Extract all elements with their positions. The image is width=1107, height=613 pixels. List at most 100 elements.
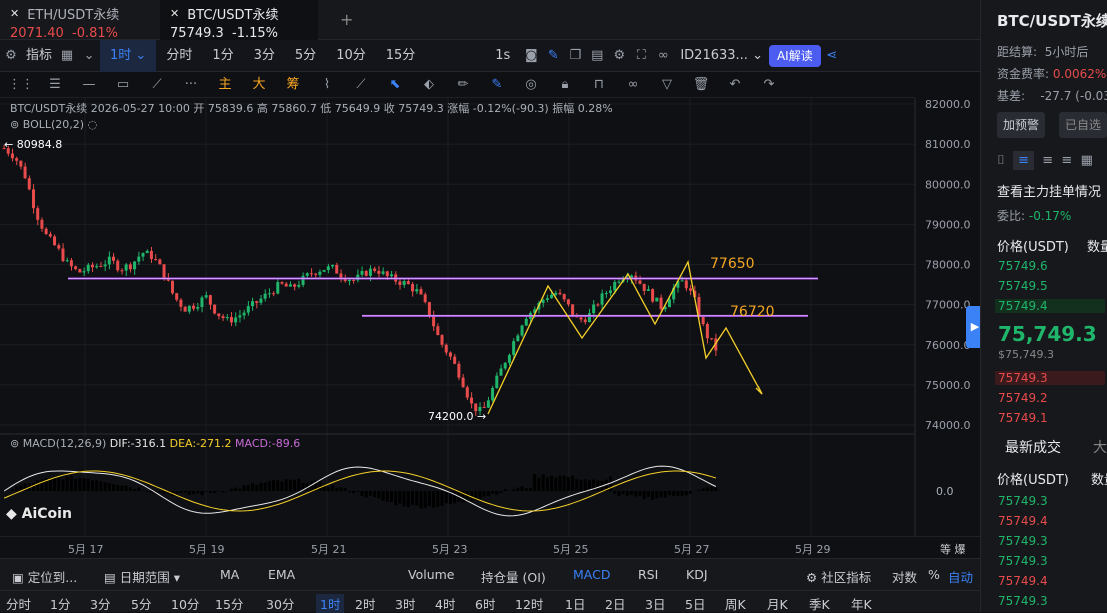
settings-icon[interactable]: ⚙ [608,45,630,67]
oi-button[interactable]: 持仓量 (OI) [481,567,546,586]
eye-off-icon[interactable]: ◌ [88,118,98,131]
interval-item[interactable]: 1分 [50,594,70,613]
volume-button[interactable]: Volume [408,567,455,582]
brush-icon[interactable]: ⟋ [344,74,378,96]
grid-icon[interactable]: ▦ [1081,153,1093,168]
chevron-down-icon[interactable]: ⌄ [78,45,100,67]
interval-10m[interactable]: 10分 [326,40,376,72]
rect-icon[interactable]: ▭ [106,74,140,96]
interval-item[interactable]: 年K [851,594,872,613]
interval-item[interactable]: 30分 [266,594,294,613]
magnet-icon[interactable]: ⊓ [582,74,616,96]
interval-selected[interactable]: 1时 ⌄ [100,40,156,72]
chart-canvas[interactable]: 82000.081000.080000.079000.078000.077000… [0,98,975,536]
trades-tab[interactable]: 最新成交 [1005,437,1061,457]
interval-item[interactable]: 周K [725,594,746,613]
link2-icon[interactable]: ∞ [616,74,650,96]
orderbook-title[interactable]: 查看主力挂单情况 [997,181,1101,200]
interval-item[interactable]: 月K [767,594,788,613]
date-range-button[interactable]: ▤ 日期范围 ▾ [104,567,180,586]
close-icon[interactable]: ✕ [10,7,19,20]
ask-price[interactable]: 75749.1 [998,411,1048,425]
add-alert-button[interactable]: 加预警 [997,112,1045,138]
chip-button[interactable]: 筹 [276,74,310,96]
pen-icon[interactable]: ✎ [542,45,564,67]
share-icon[interactable]: ⋖ [821,45,843,67]
percent-button[interactable]: % [928,567,940,582]
interval-item[interactable]: 1日 [565,594,585,613]
large-trades-tab[interactable]: 大 [1093,437,1107,457]
trash-icon[interactable]: 🗑︎ [684,74,718,96]
bid-price[interactable]: 75749.4 [995,299,1105,313]
eye-icon[interactable]: ◎ [514,74,548,96]
filter-icon[interactable]: ▽ [650,74,684,96]
large-order-button[interactable]: 大 [242,74,276,96]
lock-icon[interactable]: 🔒︎ [548,74,582,96]
locate-button[interactable]: ▣ 定位到... [12,567,77,586]
book-icon[interactable]: ⌷ [997,153,1005,168]
interval-3m[interactable]: 3分 [244,40,285,72]
grip-icon[interactable]: ⋮⋮ [4,74,38,96]
interval-item[interactable]: 15分 [215,594,243,613]
interval-item[interactable]: 2时 [355,594,375,613]
interval-15m[interactable]: 15分 [376,40,426,72]
interval-item[interactable]: 5分 [131,594,151,613]
copy-icon[interactable]: ❐ [564,45,586,67]
interval-item[interactable]: 3日 [645,594,665,613]
undo-icon[interactable]: ↶ [718,74,752,96]
ma-button[interactable]: MA [220,567,239,582]
interval-1m[interactable]: 1分 [202,40,243,72]
bid-icon[interactable]: ≡ [1042,153,1053,168]
ask-icon[interactable]: ≡ [1061,153,1072,168]
ask-price[interactable]: 75749.3 [995,371,1105,385]
ray-icon[interactable]: ⟋ [140,74,174,96]
interval-item[interactable]: 10分 [171,594,199,613]
redo-icon[interactable]: ↷ [752,74,786,96]
add-tab-icon[interactable]: + [340,10,353,29]
interval-item[interactable]: 12时 [515,594,543,613]
log-button[interactable]: 对数 [892,567,917,586]
menu-icon[interactable]: ☰ [38,74,72,96]
ask-price[interactable]: 75749.2 [998,391,1048,405]
interval-1s[interactable]: 1s [485,40,520,72]
interval-item[interactable]: 季K [809,594,830,613]
camera-icon[interactable]: ◙ [520,45,542,67]
main-force-button[interactable]: 主 [208,74,242,96]
auto-button[interactable]: 自动 [948,567,973,586]
layers-icon[interactable]: ▤ [586,45,608,67]
link-icon[interactable]: ∞ [652,45,674,67]
tab-eth[interactable]: ✕ETH/USDT永续 2071.40 -0.81% [0,0,158,40]
interval-item[interactable]: 4时 [435,594,455,613]
brush-active-icon[interactable]: ✎ [480,74,514,96]
interval-item[interactable]: 3分 [90,594,110,613]
interval-5m[interactable]: 5分 [285,40,326,72]
tab-btc[interactable]: ✕BTC/USDT永续 75749.3 -1.15% [160,0,318,40]
interval-item[interactable]: 2日 [605,594,625,613]
account-selector[interactable]: ID21633... ⌄ [674,40,769,72]
close-icon[interactable]: ✕ [170,7,179,20]
interval-item[interactable]: 3时 [395,594,415,613]
depth-icon[interactable]: ≡ [1013,151,1034,170]
rsi-button[interactable]: RSI [638,567,658,582]
kdj-button[interactable]: KDJ [686,567,708,582]
ai-button[interactable]: AI解读 [769,45,821,67]
interval-fenshi[interactable]: 分时 [156,40,202,72]
cursor-icon[interactable]: ⬉ [378,74,412,96]
ruler-icon[interactable]: ✏ [446,74,480,96]
hline-icon[interactable]: — [72,74,106,96]
indicator-icon[interactable]: ⚙ [0,45,22,67]
bid-price[interactable]: 75749.5 [998,279,1048,293]
sketch-icon[interactable]: ⌇ [310,74,344,96]
dots-icon[interactable]: ··· [174,74,208,96]
chart-area[interactable]: 82000.081000.080000.079000.078000.077000… [0,98,975,536]
layout-icon[interactable]: ▦ [56,45,78,67]
equal-scale-icon[interactable]: 等 爆 [940,541,966,557]
interval-item[interactable]: 6时 [475,594,495,613]
watchlist-button[interactable]: 已自选 [1059,112,1107,138]
bid-price[interactable]: 75749.6 [998,259,1048,273]
macd-button[interactable]: MACD [573,567,610,582]
ema-button[interactable]: EMA [268,567,295,582]
interval-item[interactable]: 5日 [685,594,705,613]
interval-item[interactable]: 1时 [316,594,344,613]
community-indicator-button[interactable]: ⚙ 社区指标 [806,567,871,586]
